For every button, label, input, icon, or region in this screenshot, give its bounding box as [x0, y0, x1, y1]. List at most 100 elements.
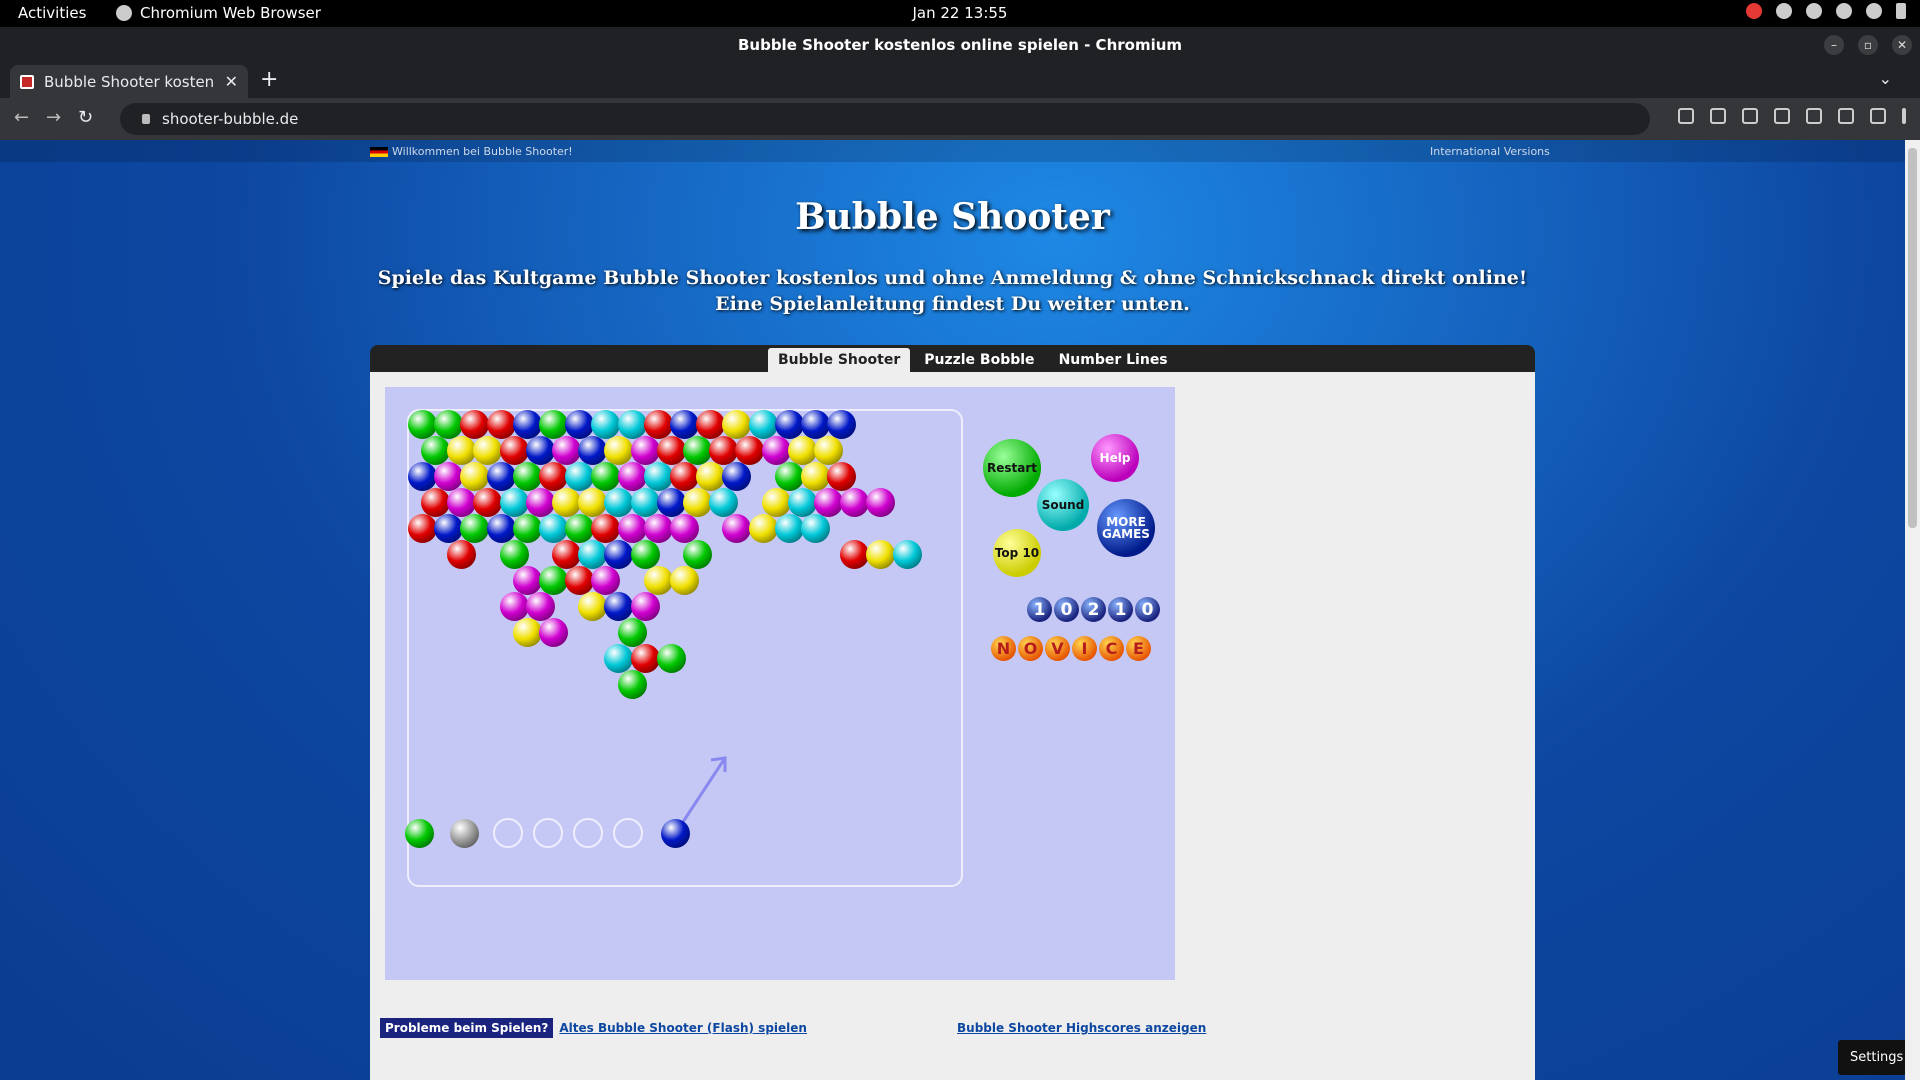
chromium-icon: [116, 5, 132, 21]
score-digit: 1: [1108, 597, 1133, 622]
queued-bubble: [405, 819, 434, 848]
score-display: 1 0 2 1 0: [1027, 597, 1160, 622]
extensions-icon[interactable]: [1774, 108, 1790, 124]
tab-puzzle-bobble[interactable]: Puzzle Bobble: [914, 348, 1044, 373]
bubble: [617, 410, 647, 439]
international-versions-link[interactable]: International Versions: [1430, 145, 1550, 158]
labs-icon[interactable]: [1806, 108, 1822, 124]
settings-button[interactable]: Settings: [1838, 1040, 1916, 1075]
bubble: [525, 488, 555, 517]
flash-version-link[interactable]: Altes Bubble Shooter (Flash) spielen: [559, 1021, 807, 1035]
bubble: [473, 436, 503, 465]
level-letter: E: [1126, 636, 1151, 661]
translate-icon[interactable]: [1678, 108, 1694, 124]
share-icon[interactable]: [1710, 108, 1726, 124]
battery-icon[interactable]: [1896, 3, 1906, 19]
menu-icon[interactable]: [1902, 108, 1906, 124]
bookmark-star-icon[interactable]: [1742, 108, 1758, 124]
sync-icon[interactable]: [1776, 3, 1792, 19]
bubble: [722, 462, 752, 491]
sound-button[interactable]: Sound: [1037, 479, 1089, 531]
bubble: [512, 618, 542, 647]
tab-number-lines[interactable]: Number Lines: [1049, 348, 1178, 373]
highscores-link[interactable]: Bubble Shooter Highscores anzeigen: [957, 1021, 1206, 1035]
bubble: [617, 514, 647, 543]
empty-slot: [613, 818, 643, 848]
window-titlebar: Bubble Shooter kostenlos online spielen …: [0, 27, 1920, 63]
game-canvas[interactable]: Restart Help Sound MORE GAMES Top 10 1 0…: [385, 387, 1175, 980]
bubble: [473, 488, 503, 517]
bubble: [486, 514, 516, 543]
browser-tab[interactable]: Bubble Shooter kostenlos online spielen …: [10, 65, 248, 98]
page-title: Bubble Shooter: [795, 196, 1110, 238]
close-window-button[interactable]: ✕: [1892, 35, 1912, 55]
activities-button[interactable]: Activities: [18, 4, 86, 22]
app-menu[interactable]: Chromium Web Browser: [116, 4, 321, 22]
tab-strip: Bubble Shooter kostenlos online spielen …: [0, 63, 1920, 98]
welcome-label: Willkommen bei Bubble Shooter!: [392, 145, 573, 158]
bubble: [617, 670, 647, 699]
help-button[interactable]: Help: [1091, 434, 1139, 482]
bubble: [512, 514, 542, 543]
bubble: [578, 488, 608, 517]
bubble: [748, 514, 778, 543]
bubble: [434, 410, 464, 439]
bubble: [565, 514, 595, 543]
side-panel-icon[interactable]: [1838, 108, 1854, 124]
bubble: [578, 436, 608, 465]
footer-links: Probleme beim Spielen? Altes Bubble Shoo…: [380, 1018, 807, 1038]
volume-muted-icon[interactable]: [1866, 3, 1882, 19]
bubble: [656, 488, 686, 517]
restart-button[interactable]: Restart: [983, 439, 1041, 497]
bubble: [670, 462, 699, 491]
bubble: [591, 410, 621, 439]
system-tray[interactable]: [1746, 3, 1906, 19]
wifi-icon[interactable]: [1836, 3, 1852, 19]
bubble: [892, 540, 922, 569]
bubble: [460, 514, 490, 543]
shooter-bubble[interactable]: [661, 819, 690, 848]
profile-icon[interactable]: [1870, 108, 1886, 124]
top10-button[interactable]: Top 10: [993, 529, 1041, 577]
level-letter: I: [1072, 636, 1097, 661]
address-bar[interactable]: shooter-bubble.de: [120, 103, 1650, 135]
chrome-status-icon[interactable]: [1746, 3, 1762, 19]
score-digit: 2: [1081, 597, 1106, 622]
german-flag-icon: [370, 146, 388, 157]
back-button[interactable]: ←: [14, 107, 29, 128]
reload-button[interactable]: ↻: [78, 107, 93, 128]
bubble: [656, 436, 686, 465]
bubble: [643, 566, 673, 595]
close-tab-icon[interactable]: ✕: [225, 72, 238, 91]
tab-bubble-shooter[interactable]: Bubble Shooter: [768, 348, 911, 373]
forward-button[interactable]: →: [46, 107, 61, 128]
bubble: [696, 410, 726, 439]
page-subtitle: Spiele das Kultgame Bubble Shooter koste…: [377, 267, 1528, 315]
bubble: [408, 410, 437, 439]
problems-badge: Probleme beim Spielen?: [380, 1018, 554, 1038]
bubble: [604, 540, 634, 569]
lock-icon[interactable]: [142, 114, 150, 124]
new-tab-button[interactable]: +: [260, 67, 278, 92]
maximize-button[interactable]: ▫: [1858, 35, 1878, 55]
bubble: [670, 410, 699, 439]
bubble: [552, 436, 581, 465]
bubble: [643, 410, 673, 439]
aim-arrow-icon: [677, 756, 727, 829]
minimize-button[interactable]: –: [1824, 35, 1844, 55]
bubble: [512, 410, 542, 439]
bubble: [604, 488, 634, 517]
bubble: [630, 644, 660, 673]
bubble: [486, 410, 516, 439]
scrollbar-thumb[interactable]: [1908, 148, 1917, 528]
page-scrollbar[interactable]: [1905, 140, 1920, 1080]
bubble: [774, 410, 804, 439]
window-title: Bubble Shooter kostenlos online spielen …: [737, 36, 1183, 54]
more-games-button[interactable]: MORE GAMES: [1097, 499, 1155, 557]
bubble: [408, 514, 437, 543]
bubble: [499, 436, 529, 465]
bubble: [761, 436, 791, 465]
tab-search-icon[interactable]: ⌄: [1879, 69, 1892, 88]
dropbox-icon[interactable]: [1806, 3, 1822, 19]
bubble: [643, 514, 673, 543]
